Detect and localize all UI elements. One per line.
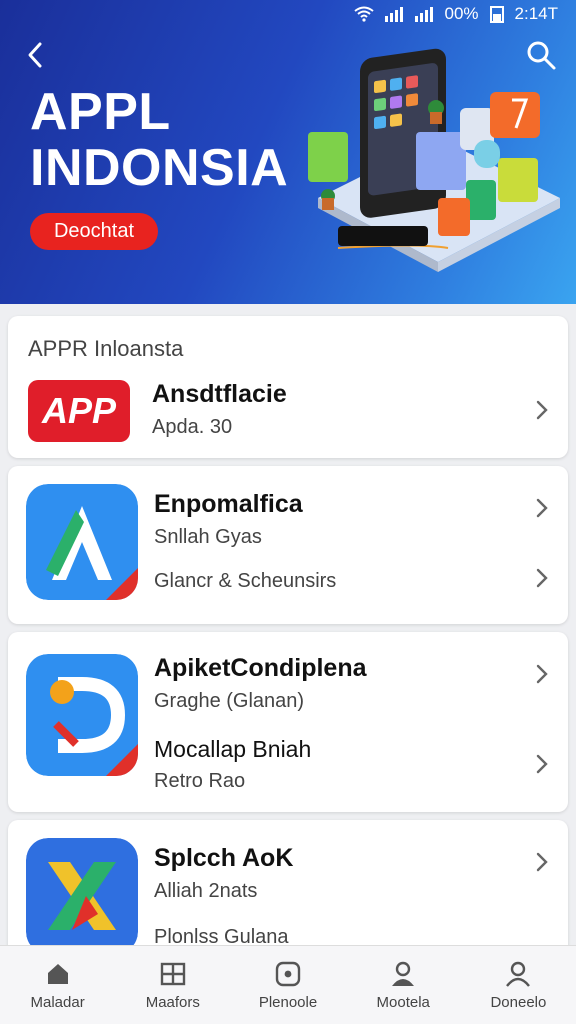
hero-title: APPL INDONSIA [30, 84, 288, 196]
battery-percent: 00% [444, 4, 479, 23]
app-icon-x[interactable] [26, 838, 138, 954]
app-card[interactable]: Enpomalfica Snllah Gyas Glancr & Scheuns… [8, 466, 568, 624]
hero-title-line1: APPL [30, 83, 171, 141]
tab-plenoole[interactable]: Plenoole [230, 946, 345, 1024]
signal-icon-2 [415, 7, 434, 22]
app-icon-a[interactable] [26, 484, 138, 600]
signal-icon [385, 7, 404, 22]
tab-label: Maafors [145, 993, 200, 1011]
hero-banner: 00% 2:14T APPL INDONSIA Deochtat [0, 0, 576, 304]
tab-mootela[interactable]: Mootela [346, 946, 461, 1024]
app-secondary-label: Glancr & Scheunsirs [154, 570, 337, 592]
tab-maafors[interactable]: Maafors [115, 946, 230, 1024]
app-name: ApiketCondiplena [154, 654, 367, 682]
app-name: Splcch AoK [154, 844, 294, 872]
app-name: Enpomalfica [154, 490, 303, 518]
clock: 2:14T [514, 4, 558, 23]
app-subtitle: Snllah Gyas [154, 526, 262, 548]
person-icon [392, 961, 415, 986]
app-name-secondary: Mocallap Bniah [154, 736, 312, 762]
app-subtitle: Apda. 30 [152, 416, 233, 438]
app-icon-d[interactable] [26, 654, 138, 776]
chevron-right-icon[interactable] [534, 850, 550, 874]
app-name: Ansdtflacie [152, 380, 287, 408]
bottom-navigation: Maladar Maafors Plenoole Mootela Doneelo [0, 945, 576, 1024]
chevron-right-icon[interactable] [534, 566, 550, 590]
app-subtitle-secondary: Retro Rao [154, 770, 246, 792]
grid-icon [160, 962, 185, 985]
tab-label: Doneelo [490, 993, 547, 1011]
tab-label: Maladar [30, 993, 85, 1011]
app-icon-label: APP [41, 390, 117, 431]
app-subtitle: Graghe (Glanan) [154, 690, 305, 712]
hero-title-line2: INDONSIA [30, 139, 289, 197]
chevron-right-icon[interactable] [534, 398, 550, 422]
tab-label: Plenoole [258, 993, 318, 1011]
section-title: APPR Inloansta [28, 336, 184, 361]
square-dot-icon [275, 961, 301, 986]
chevron-right-icon[interactable] [534, 496, 550, 520]
chevron-right-icon[interactable] [534, 662, 550, 686]
user-icon [506, 961, 531, 987]
battery-icon [489, 6, 504, 23]
featured-app-card[interactable]: APPR Inloansta APP Ansdtflacie Apda. 30 [8, 316, 568, 458]
app-icon-app[interactable]: APP [28, 380, 130, 442]
phone-isometric-illustration [308, 48, 560, 272]
app-subtitle: Alliah 2nats [154, 880, 258, 902]
cta-button[interactable]: Deochtat [30, 213, 158, 250]
tab-maladar[interactable]: Maladar [0, 946, 115, 1024]
tab-label: Mootela [376, 993, 430, 1011]
status-bar: 00% 2:14T [354, 4, 558, 24]
app-card[interactable]: ApiketCondiplena Graghe (Glanan) Mocalla… [8, 632, 568, 812]
home-icon [47, 963, 68, 984]
back-arrow-icon[interactable] [22, 38, 52, 72]
chevron-right-icon[interactable] [534, 752, 550, 776]
wifi-icon [354, 6, 375, 22]
tab-doneelo[interactable]: Doneelo [461, 946, 576, 1024]
